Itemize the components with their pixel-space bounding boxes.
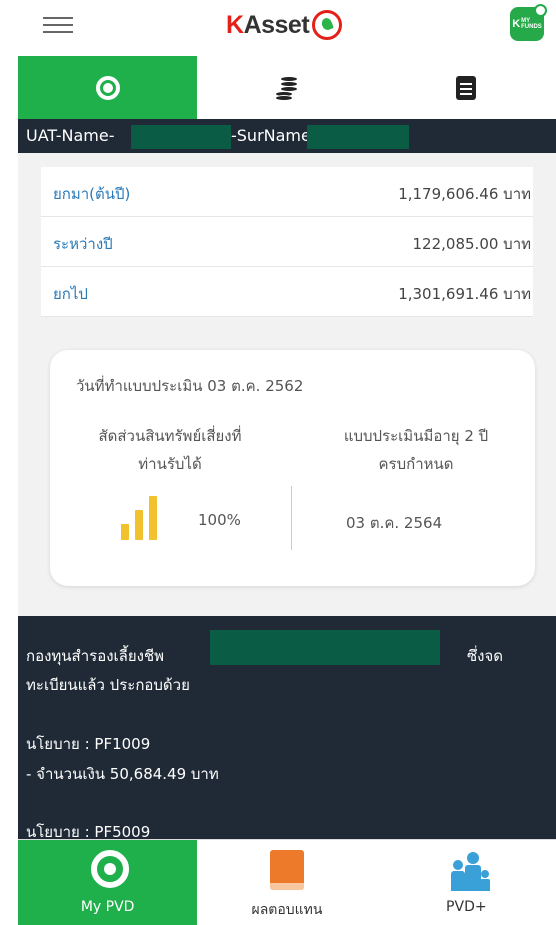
nav-label: My PVD — [80, 899, 135, 915]
book-icon — [270, 850, 305, 890]
redacted-surname — [307, 125, 409, 149]
nav-label: PVD+ — [446, 899, 487, 915]
fund-line1-suffix: ซึ่งจด — [467, 647, 504, 665]
member-surname-label: -SurName — [231, 126, 311, 145]
summary-value: 1,179,606.46 บาท — [398, 185, 531, 203]
summary-label: ยกไป — [53, 285, 88, 303]
document-icon — [456, 75, 477, 100]
top-header: KAsset K MY FUNDS — [18, 0, 556, 56]
redacted-name — [131, 125, 231, 149]
assessment-date: วันที่ทำแบบประเมิน 03 ต.ค. 2562 — [76, 377, 304, 395]
top-tabs — [18, 56, 556, 119]
expiry-title: แบบประเมินมีอายุ 2 ปี ครบกำหนด — [316, 422, 516, 478]
card-divider — [291, 486, 292, 550]
member-name-prefix: UAT-Name- — [26, 126, 115, 145]
family-icon — [449, 852, 491, 892]
nav-pvd-plus[interactable]: PVD+ — [377, 840, 556, 925]
fund-line1-prefix: กองทุนสำรองเลี้ยงชีพ — [26, 647, 165, 665]
fund-line2: ทะเบียนแล้ว ประกอบด้วย — [26, 676, 190, 694]
k-my-funds-app-icon[interactable]: K MY FUNDS — [510, 4, 547, 41]
summary-label: ระหว่างปี — [53, 235, 113, 253]
risk-assessment-card[interactable]: วันที่ทำแบบประเมิน 03 ต.ค. 2562 สัดส่วนส… — [50, 350, 535, 586]
risk-level-bars-icon — [121, 496, 159, 540]
summary-value: 1,301,691.46 บาท — [398, 285, 531, 303]
risk-title-line1: สัดส่วนสินทรัพย์เสี่ยงที่ — [98, 427, 242, 445]
expiry-title-line2: ครบกำหนด — [378, 455, 454, 473]
risk-title-line2: ท่านรับได้ — [138, 455, 202, 473]
expiry-date: 03 ต.ค. 2564 — [346, 514, 443, 532]
tab-funds[interactable] — [197, 56, 376, 119]
summary-row-during-year: ระหว่างปี 122,085.00 บาท — [41, 217, 533, 267]
nav-my-pvd[interactable]: My PVD — [18, 840, 198, 925]
kasset-logo: KAsset — [226, 5, 343, 45]
risk-tolerance-title: สัดส่วนสินทรัพย์เสี่ยงที่ ท่านรับได้ — [70, 422, 270, 478]
my-pvd-icon — [95, 75, 120, 100]
summary-row-brought-forward: ยกมา(ต้นปี) 1,179,606.46 บาท — [41, 167, 533, 217]
summary-row-carried-forward: ยกไป 1,301,691.46 บาท — [41, 267, 533, 317]
tab-documents[interactable] — [377, 56, 556, 119]
balance-summary: ยกมา(ต้นปี) 1,179,606.46 บาท ระหว่างปี 1… — [41, 167, 533, 317]
tab-my-pvd[interactable] — [18, 56, 198, 119]
policy-amount: - จำนวนเงิน 50,684.49 บาท — [26, 765, 219, 783]
hamburger-icon[interactable] — [43, 12, 73, 40]
coins-icon — [274, 74, 300, 102]
balance-section: ยกมา(ต้นปี) 1,179,606.46 บาท ระหว่างปี 1… — [18, 153, 556, 616]
policy-name: นโยบาย : PF1009 — [26, 735, 151, 753]
kasikorn-leaf-icon — [312, 10, 343, 40]
nav-label: ผลตอบแทน — [251, 902, 323, 918]
bottom-navigation: My PVD ผลตอบแทน PVD+ — [18, 839, 556, 925]
summary-value: 122,085.00 บาท — [412, 235, 531, 253]
nav-returns[interactable]: ผลตอบแทน — [197, 840, 376, 925]
my-pvd-icon — [91, 850, 129, 888]
expiry-title-line1: แบบประเมินมีอายุ 2 ปี — [343, 427, 489, 445]
logo-text: KAsset — [226, 10, 310, 39]
app-root: KAsset K MY FUNDS UAT-Name- -SurName ยกม… — [18, 0, 556, 925]
member-name-bar: UAT-Name- -SurName — [18, 119, 556, 153]
summary-label: ยกมา(ต้นปี) — [53, 185, 131, 203]
risk-percent: 100% — [198, 511, 241, 529]
redacted-fund-name — [210, 630, 440, 665]
fund-info-section: กองทุนสำรองเลี้ยงชีพ ซึ่งจด ทะเบียนแล้ว … — [18, 616, 556, 841]
